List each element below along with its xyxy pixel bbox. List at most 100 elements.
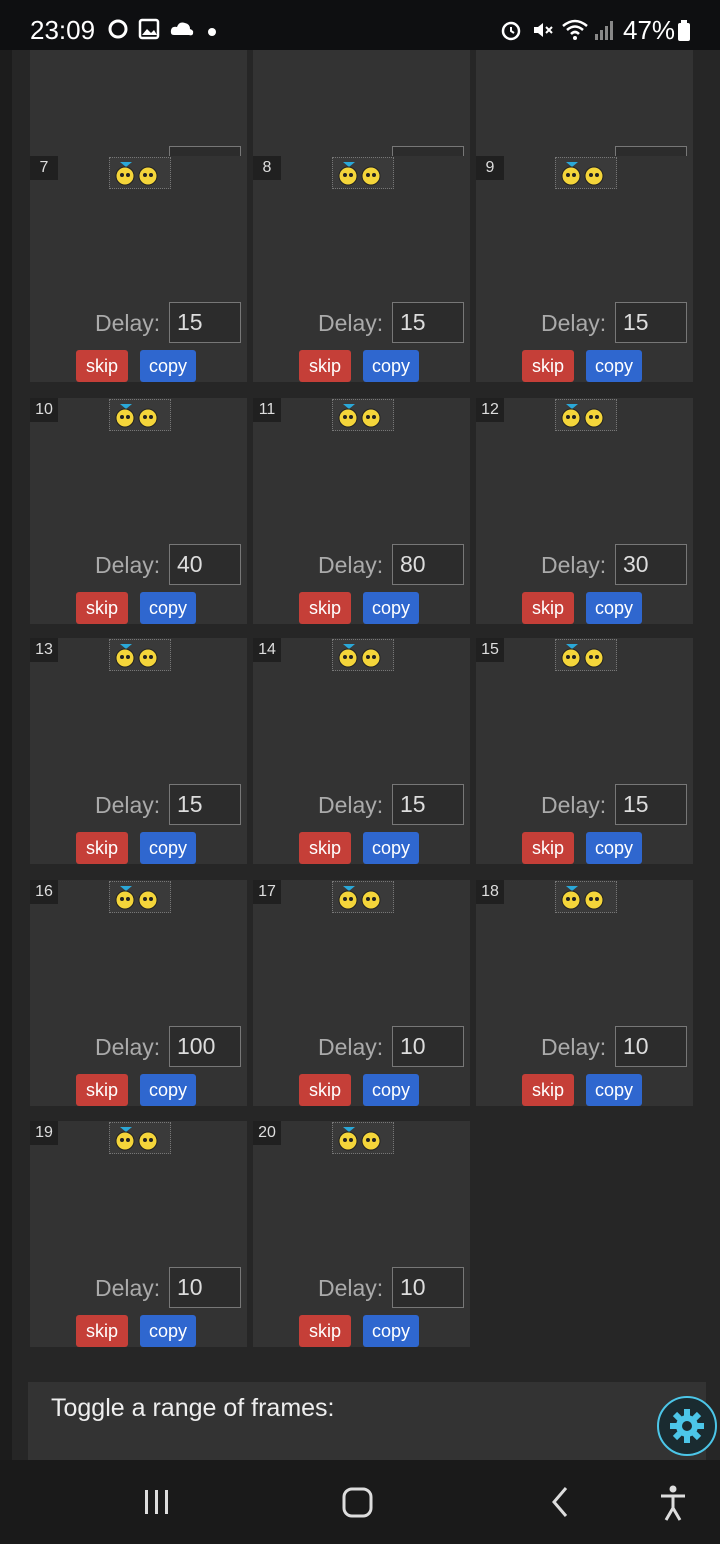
delay-input[interactable] xyxy=(169,1026,241,1067)
copy-button[interactable]: copy xyxy=(140,350,196,382)
skip-button[interactable]: skip xyxy=(76,1315,128,1347)
delay-label: Delay: xyxy=(541,310,607,336)
frame-card-8: 8 Delay: skip copy xyxy=(253,156,470,382)
back-icon[interactable] xyxy=(543,1480,577,1524)
frame-card-10: 10 Delay: skip copy xyxy=(30,398,247,624)
delay-input[interactable] xyxy=(169,784,241,825)
status-time: 23:09 xyxy=(30,15,96,45)
delay-label: Delay: xyxy=(318,792,384,818)
gear-icon xyxy=(670,1409,704,1443)
frame-editor-page: Delay: skip copy Delay: skip copy Delay:… xyxy=(12,50,720,1460)
frame-number: 7 xyxy=(30,156,58,180)
delay-label: Delay: xyxy=(95,792,161,818)
frame-thumbnail[interactable] xyxy=(332,399,394,431)
skip-button[interactable]: skip xyxy=(522,592,574,624)
copy-button[interactable]: copy xyxy=(586,832,642,864)
frame-thumbnail[interactable] xyxy=(332,157,394,189)
delay-label: Delay: xyxy=(318,552,384,578)
skip-button[interactable]: skip xyxy=(299,832,351,864)
status-bar: 23:09 47% xyxy=(0,0,720,50)
delay-label: Delay: xyxy=(318,1034,384,1060)
delay-input[interactable] xyxy=(169,302,241,343)
frame-card-11: 11 Delay: skip copy xyxy=(253,398,470,624)
sync-icon xyxy=(108,19,128,39)
delay-label: Delay: xyxy=(95,310,161,336)
toggle-range-title: Toggle a range of frames: xyxy=(51,1394,335,1422)
frame-number: 14 xyxy=(253,638,281,662)
frame-thumbnail[interactable] xyxy=(332,881,394,913)
copy-button[interactable]: copy xyxy=(586,592,642,624)
skip-button[interactable]: skip xyxy=(76,1074,128,1106)
copy-button[interactable]: copy xyxy=(363,1074,419,1106)
skip-button[interactable]: skip xyxy=(299,1315,351,1347)
skip-button[interactable]: skip xyxy=(299,592,351,624)
frame-thumbnail[interactable] xyxy=(109,881,171,913)
frame-number: 12 xyxy=(476,398,504,422)
copy-button[interactable]: copy xyxy=(363,1315,419,1347)
frame-card-18: 18 Delay: skip copy xyxy=(476,880,693,1106)
copy-button[interactable]: copy xyxy=(586,1074,642,1106)
skip-button[interactable]: skip xyxy=(76,350,128,382)
skip-button[interactable]: skip xyxy=(299,1074,351,1106)
delay-label: Delay: xyxy=(318,310,384,336)
copy-button[interactable]: copy xyxy=(140,1315,196,1347)
delay-input[interactable] xyxy=(392,544,464,585)
accessibility-icon[interactable] xyxy=(655,1480,691,1524)
copy-button[interactable]: copy xyxy=(363,592,419,624)
copy-button[interactable]: copy xyxy=(140,832,196,864)
copy-button[interactable]: copy xyxy=(363,350,419,382)
copy-button[interactable]: copy xyxy=(586,350,642,382)
mute-icon xyxy=(534,23,553,37)
frame-thumbnail[interactable] xyxy=(555,157,617,189)
frame-thumbnail[interactable] xyxy=(555,881,617,913)
skip-button[interactable]: skip xyxy=(522,832,574,864)
skip-button[interactable]: skip xyxy=(76,832,128,864)
delay-input[interactable] xyxy=(615,1026,687,1067)
settings-button[interactable] xyxy=(657,1396,717,1456)
frame-card-13: 13 Delay: skip copy xyxy=(30,638,247,864)
delay-input[interactable] xyxy=(169,1267,241,1308)
frame-thumbnail[interactable] xyxy=(109,399,171,431)
frame-thumbnail[interactable] xyxy=(109,157,171,189)
skip-button[interactable]: skip xyxy=(522,1074,574,1106)
frame-card-9: 9 Delay: skip copy xyxy=(476,156,693,382)
notification-dot-icon xyxy=(208,28,216,36)
skip-button[interactable]: skip xyxy=(76,592,128,624)
delay-input[interactable] xyxy=(615,302,687,343)
frame-thumbnail[interactable] xyxy=(109,1122,171,1154)
frame-number: 8 xyxy=(253,156,281,180)
frame-card-17: 17 Delay: skip copy xyxy=(253,880,470,1106)
delay-label: Delay: xyxy=(318,1275,384,1301)
copy-button[interactable]: copy xyxy=(140,592,196,624)
copy-button[interactable]: copy xyxy=(140,1074,196,1106)
recent-apps-icon[interactable] xyxy=(140,1480,174,1524)
wifi-icon xyxy=(562,19,588,40)
frame-number: 19 xyxy=(30,1121,58,1145)
toggle-range-panel: Toggle a range of frames: xyxy=(28,1382,706,1460)
alarm-icon xyxy=(501,21,521,41)
frame-number: 13 xyxy=(30,638,58,662)
delay-input[interactable] xyxy=(392,302,464,343)
delay-label: Delay: xyxy=(541,1034,607,1060)
frame-number: 11 xyxy=(253,398,281,422)
delay-input[interactable] xyxy=(392,1026,464,1067)
frame-thumbnail[interactable] xyxy=(555,639,617,671)
frame-thumbnail[interactable] xyxy=(109,639,171,671)
copy-button[interactable]: copy xyxy=(363,832,419,864)
cloud-icon xyxy=(170,22,194,36)
frame-thumbnail[interactable] xyxy=(332,1122,394,1154)
frame-card-12: 12 Delay: skip copy xyxy=(476,398,693,624)
frame-thumbnail[interactable] xyxy=(555,399,617,431)
frame-number: 15 xyxy=(476,638,504,662)
gallery-icon xyxy=(138,18,160,40)
frame-thumbnail[interactable] xyxy=(332,639,394,671)
delay-input[interactable] xyxy=(615,544,687,585)
delay-input[interactable] xyxy=(392,784,464,825)
delay-input[interactable] xyxy=(169,544,241,585)
home-icon[interactable] xyxy=(338,1480,378,1524)
skip-button[interactable]: skip xyxy=(522,350,574,382)
delay-input[interactable] xyxy=(392,1267,464,1308)
skip-button[interactable]: skip xyxy=(299,350,351,382)
delay-label: Delay: xyxy=(541,792,607,818)
delay-input[interactable] xyxy=(615,784,687,825)
